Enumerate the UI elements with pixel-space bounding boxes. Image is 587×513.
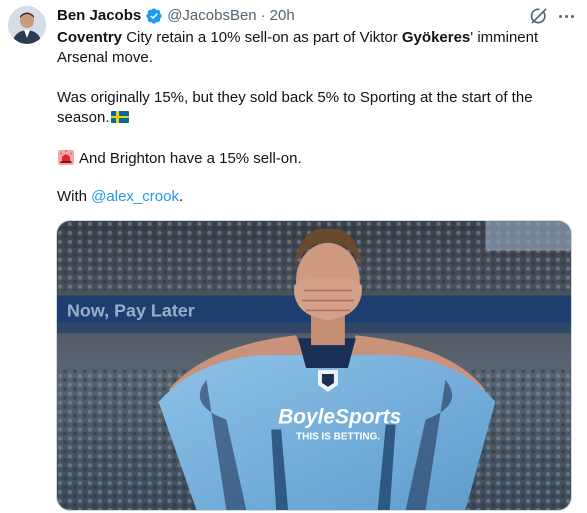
stand-sign: Now, Pay Later: [67, 300, 195, 320]
text-run: With: [57, 188, 92, 205]
sponsor-tagline: THIS IS BETTING.: [296, 432, 380, 443]
tweet-text-para2: Was originally 15%, but they sold back 5…: [57, 88, 567, 128]
bold-gyokeres: Gyökeres: [401, 29, 471, 46]
sponsor-logo: BoyleSports: [278, 406, 401, 429]
tweet: Ben Jacobs @JacobsBen · 20h Coventry Cit…: [0, 0, 587, 513]
mention-link[interactable]: @alex_crook: [91, 188, 179, 205]
siren-icon: [58, 150, 74, 165]
tweet-text-para4: With @alex_crook.: [57, 187, 567, 207]
tweet-header: Ben Jacobs @JacobsBen · 20h: [57, 6, 295, 26]
avatar[interactable]: [8, 6, 46, 44]
more-options-icon[interactable]: [554, 6, 578, 26]
timestamp[interactable]: 20h: [270, 6, 295, 26]
tweet-text-para3: And Brighton have a 15% sell-on.: [57, 148, 567, 169]
grok-icon[interactable]: [529, 6, 549, 26]
text-run: .: [178, 188, 184, 205]
separator: ·: [260, 7, 266, 24]
author-handle[interactable]: @JacobsBen: [167, 6, 256, 26]
sweden-flag-icon: [110, 111, 129, 123]
author-name[interactable]: Ben Jacobs: [57, 6, 141, 26]
tweet-text-line1: Coventry City retain a 10% sell-on as pa…: [57, 28, 567, 68]
bold-coventry: Coventry: [57, 29, 123, 46]
verified-badge-icon: [146, 8, 162, 24]
tweet-media-image[interactable]: Now, Pay Later BoyleSports THIS IS BETTI…: [56, 220, 572, 511]
text-run: And Brighton have a 15% sell-on.: [79, 150, 302, 167]
text-run: City retain a 10% sell-on as part of Vik…: [122, 29, 402, 46]
